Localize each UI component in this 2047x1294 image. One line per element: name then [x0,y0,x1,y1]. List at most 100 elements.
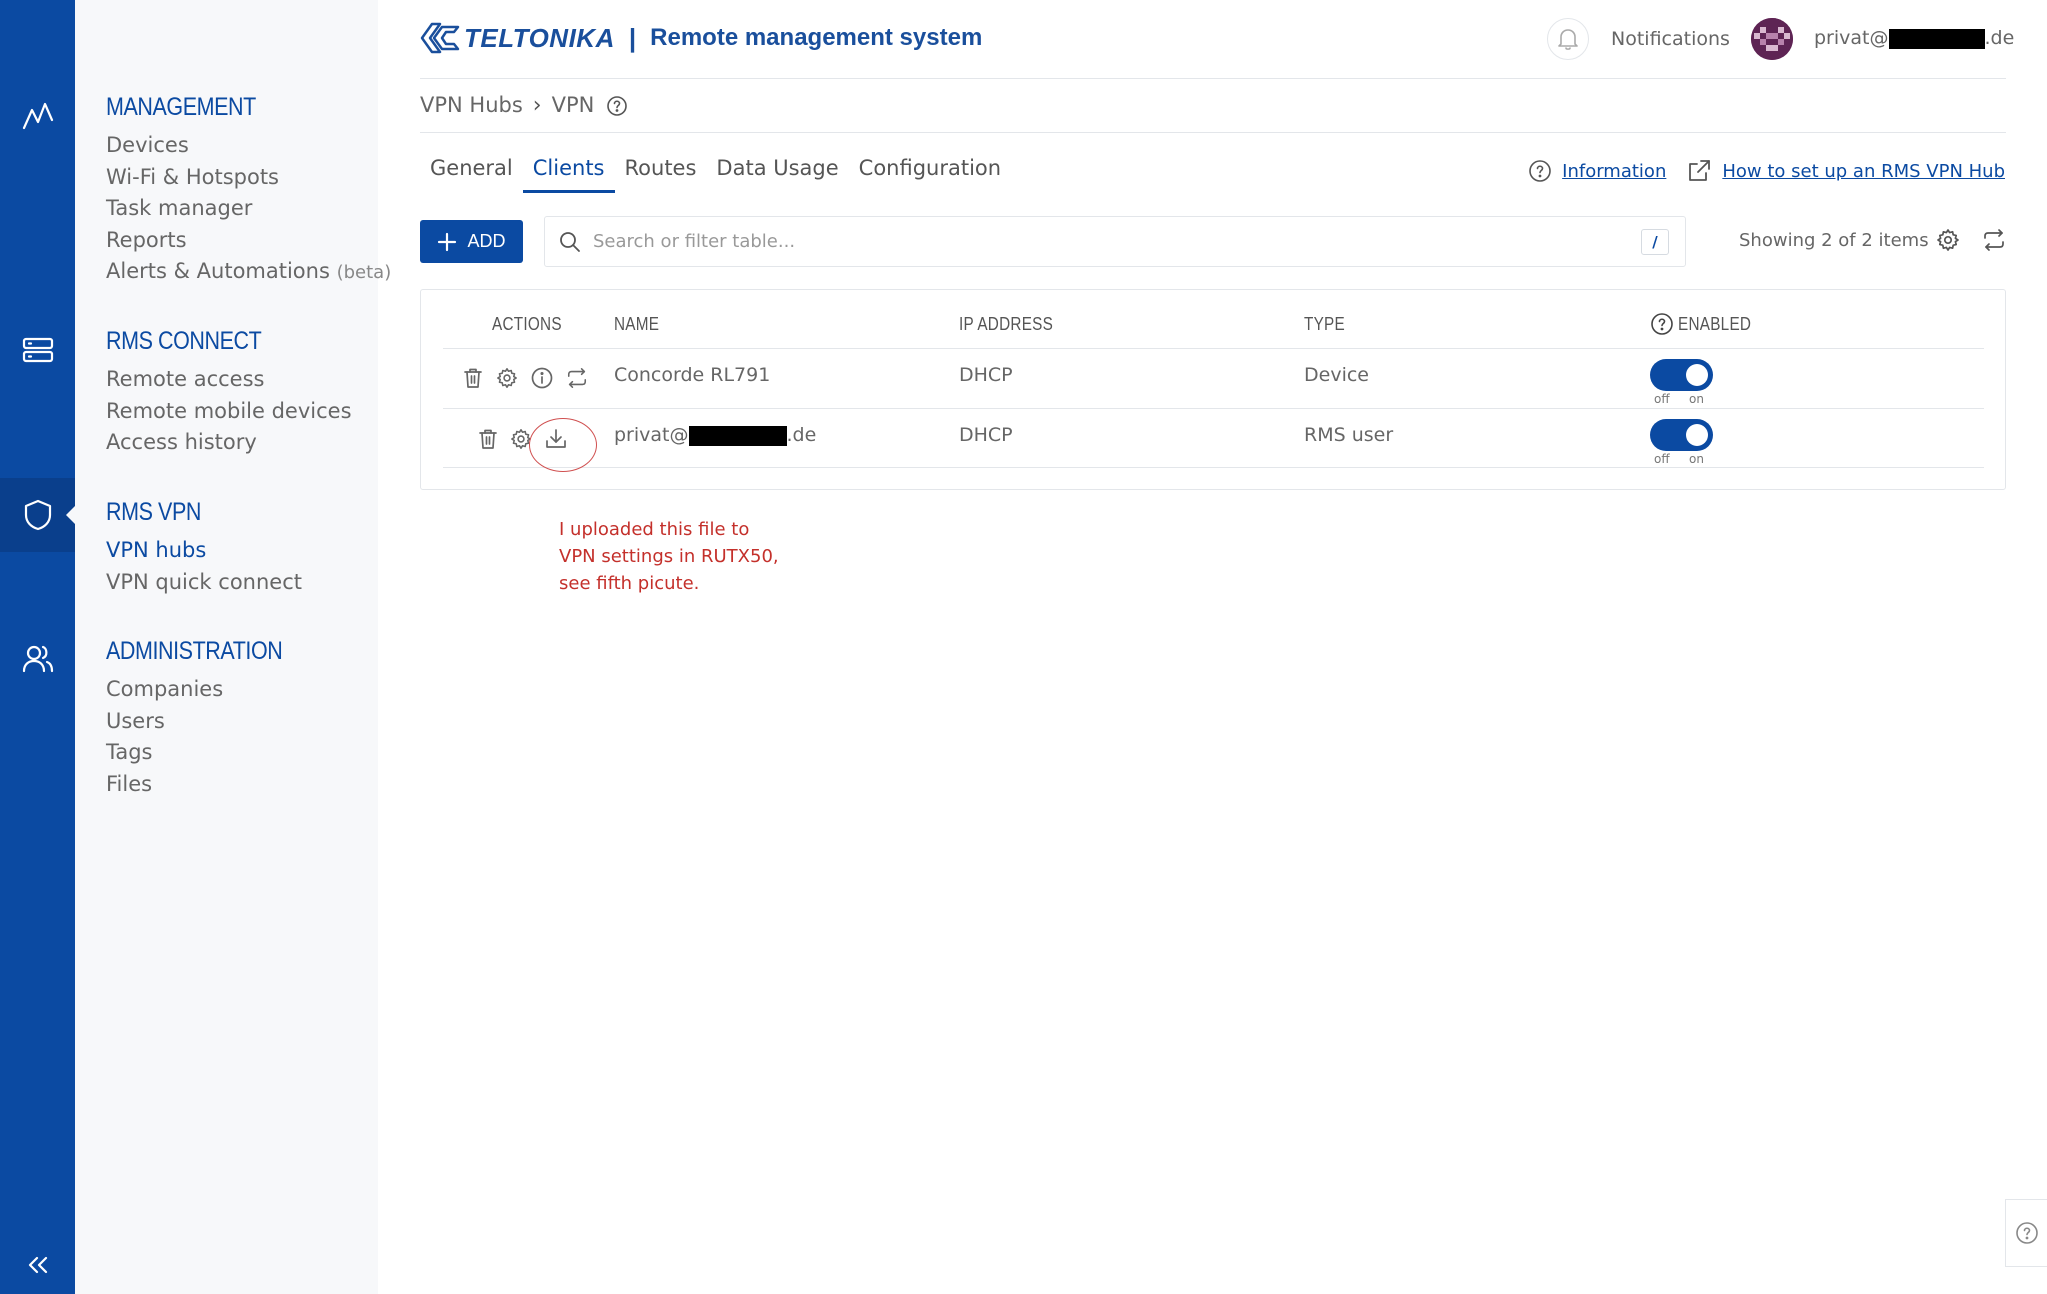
teltonika-logo[interactable]: TELTONIKA | Remote management system [420,20,982,56]
user-email-suffix: .de [1984,27,2015,49]
header-ip-address[interactable]: IP ADDRESS [959,314,1053,335]
items-count: Showing 2 of 2 items [1739,230,1929,251]
tab-bar: General Clients Routes Data Usage Config… [420,150,1011,193]
menu-item-access-history[interactable]: Access history [106,427,352,459]
breadcrumb-separator: › [532,93,542,118]
enabled-help-icon[interactable] [1650,312,1674,336]
menu-item-vpn-quick-connect[interactable]: VPN quick connect [106,567,302,599]
search-icon [560,231,580,252]
header-enabled[interactable]: ENABLED [1678,314,1751,335]
floating-help-button[interactable] [2005,1199,2047,1267]
collapse-icon [28,1256,47,1274]
devices-icon [22,337,53,363]
menu-section-rms-vpn: RMS VPN VPN hubs VPN quick connect [106,498,302,598]
top-header: TELTONIKA | Remote management system Not… [420,0,2014,79]
question-circle-icon [1529,160,1551,182]
enabled-toggle[interactable] [1650,419,1713,451]
notifications-label[interactable]: Notifications [1611,28,1730,50]
info-icon[interactable] [531,367,553,389]
annotation-line-2: VPN settings in RUTX50, [559,546,779,567]
toggle-off-label: off [1654,392,1670,406]
add-button-label: ADD [467,231,506,251]
annotation-note: I uploaded this file to VPN settings in … [559,516,779,597]
monitoring-nav-button[interactable] [0,90,75,140]
clients-table: ACTIONS NAME IP ADDRESS TYPE ENABLED Con [420,289,2006,490]
menu-item-files[interactable]: Files [106,769,311,801]
menu-item-remote-access[interactable]: Remote access [106,364,352,396]
menu-section-management: MANAGEMENT Devices Wi-Fi & Hotspots Task… [106,93,391,289]
notifications-button[interactable] [1547,18,1589,60]
menu-item-reports[interactable]: Reports [106,225,391,257]
client-name: privat@ .de [614,424,816,446]
breadcrumb: VPN Hubs › VPN [420,93,2006,133]
search-input[interactable] [593,231,1573,252]
client-name-prefix: privat@ [614,424,689,446]
menu-item-remote-mobile-devices[interactable]: Remote mobile devices [106,396,352,428]
row-actions [463,367,588,389]
menu-item-alerts-label: Alerts & Automations [106,259,330,283]
menu-title-rms-connect: RMS CONNECT [106,327,262,355]
users-icon [22,645,53,673]
annotation-line-1: I uploaded this file to [559,519,750,540]
client-ip: DHCP [959,364,1013,386]
toggle-on-label: on [1689,452,1704,466]
devices-nav-button[interactable] [0,325,75,375]
header-actions: ACTIONS [492,314,562,334]
refresh-icon[interactable] [1982,228,2006,252]
table-settings-icon[interactable] [1936,228,1960,252]
toggle-off-label: off [1654,452,1670,466]
menu-item-vpn-hubs[interactable]: VPN hubs [106,535,302,567]
help-icon [2015,1222,2038,1244]
enabled-toggle[interactable] [1650,359,1713,391]
teltonika-logo-icon [420,22,460,54]
menu-title-administration: ADMINISTRATION [106,637,283,665]
client-ip: DHCP [959,424,1013,446]
breadcrumb-current: VPN [551,93,595,117]
plus-icon [438,232,457,251]
add-button[interactable]: ADD [420,220,523,263]
breadcrumb-vpn-hubs[interactable]: VPN Hubs [420,93,523,117]
redaction-bar [1888,28,1985,49]
menu-section-rms-connect: RMS CONNECT Remote access Remote mobile … [106,327,352,459]
menu-item-tags[interactable]: Tags [106,737,311,769]
delete-icon[interactable] [463,367,483,389]
tab-routes[interactable]: Routes [615,150,707,193]
information-link[interactable]: Information [1562,161,1666,182]
menu-item-wifi-hotspots[interactable]: Wi-Fi & Hotspots [106,162,391,194]
redaction-bar [688,425,787,446]
logo-text: TELTONIKA [464,22,615,53]
logo-separator: | [628,22,637,53]
beta-tag: (beta) [336,262,392,283]
user-email-prefix: privat@ [1814,27,1889,49]
users-nav-button[interactable] [0,634,75,684]
reassign-icon[interactable] [566,367,588,389]
collapse-sidebar-button[interactable] [0,1248,75,1282]
delete-icon[interactable] [478,428,498,450]
user-email[interactable]: privat@ .de [1814,27,2014,49]
annotation-circle [529,418,597,472]
tab-clients[interactable]: Clients [522,150,615,193]
avatar-pattern-icon [1751,18,1793,60]
menu-item-users[interactable]: Users [106,706,311,738]
setup-guide-link[interactable]: How to set up an RMS VPN Hub [1722,161,2005,182]
tab-configuration[interactable]: Configuration [849,150,1011,193]
client-name-suffix: .de [786,424,817,446]
menu-section-administration: ADMINISTRATION Companies Users Tags File… [106,637,311,800]
menu-item-task-manager[interactable]: Task manager [106,193,391,225]
bell-icon [1558,29,1578,50]
vpn-nav-button[interactable] [0,478,76,552]
avatar[interactable] [1751,18,1793,60]
gear-icon[interactable] [496,367,518,389]
tab-general[interactable]: General [420,150,523,193]
annotation-line-3: see fifth picute. [559,573,700,594]
header-type[interactable]: TYPE [1304,314,1345,335]
client-type: RMS user [1304,424,1394,446]
table-row: privat@ .de DHCP RMS user off on [443,408,1984,468]
tab-data-usage[interactable]: Data Usage [706,150,848,193]
menu-item-alerts-automations[interactable]: Alerts & Automations (beta) [106,256,391,289]
header-name[interactable]: NAME [614,314,659,335]
menu-item-companies[interactable]: Companies [106,674,311,706]
help-icon[interactable] [606,95,628,117]
table-row: Concorde RL791 DHCP Device off on [443,348,1984,408]
menu-item-devices[interactable]: Devices [106,130,391,162]
